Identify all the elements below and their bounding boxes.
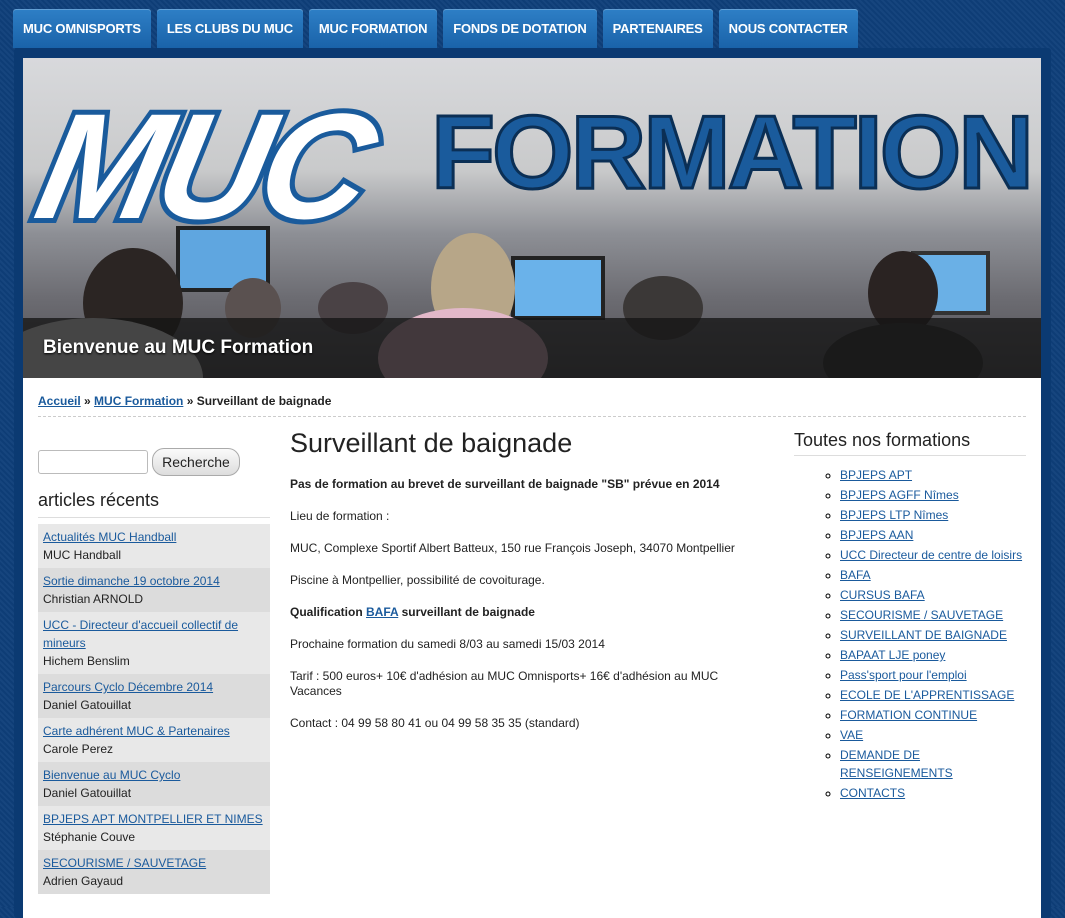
list-item: VAE [840, 726, 1030, 744]
formation-link[interactable]: VAE [840, 728, 863, 742]
page-title: Surveillant de baignade [290, 428, 573, 458]
location-label: Lieu de formation : [290, 509, 390, 523]
nav-tab-partenaires[interactable]: PARTENAIRES [602, 9, 713, 48]
page-body: MUC FORMATION Bienvenue au MUC Formation… [23, 58, 1041, 918]
list-item: Sortie dimanche 19 octobre 2014 Christian… [38, 568, 270, 612]
formations-heading: Toutes nos formations [794, 430, 1026, 456]
search-button[interactable]: Recherche [152, 448, 240, 476]
recent-articles-heading: articles récents [38, 490, 270, 518]
recent-article-author: Adrien Gayaud [43, 874, 124, 888]
list-item: DEMANDE DE RENSEIGNEMENTS [840, 746, 1030, 782]
formation-link[interactable]: Pass'sport pour l'emploi [840, 668, 967, 682]
list-item: Pass'sport pour l'emploi [840, 666, 1030, 684]
nav-tab-les-clubs[interactable]: LES CLUBS DU MUC [156, 9, 303, 48]
nav-tab-muc-formation[interactable]: MUC FORMATION [308, 9, 438, 48]
list-item: Bienvenue au MUC Cyclo Daniel Gatouillat [38, 762, 270, 806]
nav-tab-fonds-dotation[interactable]: FONDS DE DOTATION [443, 9, 597, 48]
recent-article-author: MUC Handball [43, 548, 122, 562]
formation-link[interactable]: CONTACTS [840, 786, 905, 800]
formation-link[interactable]: BAFA [840, 568, 871, 582]
recent-article-link[interactable]: Sortie dimanche 19 octobre 2014 [43, 572, 265, 590]
qualification-paragraph: Qualification BAFA surveillant de baigna… [290, 605, 760, 620]
formation-link[interactable]: BPJEPS AAN [840, 528, 913, 542]
qualification-prefix: Qualification [290, 605, 367, 619]
breadcrumb: Accueil » MUC Formation » Surveillant de… [38, 394, 1026, 417]
search-input[interactable] [38, 450, 148, 474]
formation-link[interactable]: FORMATION CONTINUE [840, 708, 977, 722]
list-item: FORMATION CONTINUE [840, 706, 1030, 724]
formation-link[interactable]: DEMANDE DE RENSEIGNEMENTS [840, 748, 953, 780]
svg-text:FORMATION: FORMATION [431, 95, 1031, 211]
recent-article-link[interactable]: SECOURISME / SAUVETAGE [43, 854, 265, 872]
recent-articles-list: Actualités MUC Handball MUC Handball Sort… [38, 524, 270, 894]
pool-paragraph: Piscine à Montpellier, possibilité de co… [290, 573, 545, 587]
bafa-link[interactable]: BAFA [366, 605, 398, 619]
list-item: ECOLE DE L'APPRENTISSAGE [840, 686, 1030, 704]
svg-text:MUC: MUC [24, 84, 392, 251]
top-nav: MUC OMNISPORTS LES CLUBS DU MUC MUC FORM… [13, 9, 858, 49]
recent-article-link[interactable]: UCC - Directeur d'accueil collectif de m… [43, 616, 265, 652]
recent-article-link[interactable]: Actualités MUC Handball [43, 528, 265, 546]
recent-article-author: Daniel Gatouillat [43, 698, 132, 712]
formation-link[interactable]: BPJEPS LTP Nîmes [840, 508, 948, 522]
list-item: UCC - Directeur d'accueil collectif de m… [38, 612, 270, 674]
price-paragraph: Tarif : 500 euros+ 10€ d'adhésion au MUC… [290, 669, 719, 698]
muc-formation-logo: MUC FORMATION [23, 79, 1036, 256]
breadcrumb-section-link[interactable]: MUC Formation [94, 394, 183, 408]
list-item: BPJEPS AAN [840, 526, 1030, 544]
breadcrumb-separator: » [183, 394, 197, 408]
formation-link[interactable]: SURVEILLANT DE BAIGNADE [840, 628, 1007, 642]
formation-link[interactable]: CURSUS BAFA [840, 588, 925, 602]
formations-list: BPJEPS APT BPJEPS AGFF Nîmes BPJEPS LTP … [823, 466, 1030, 804]
breadcrumb-current: Surveillant de baignade [196, 394, 332, 408]
list-item: BPJEPS AGFF Nîmes [840, 486, 1030, 504]
header-banner: MUC FORMATION Bienvenue au MUC Formation [23, 58, 1041, 378]
list-item: SECOURISME / SAUVETAGE [840, 606, 1030, 624]
list-item: BAPAAT LJE poney [840, 646, 1030, 664]
recent-article-author: Stéphanie Couve [43, 830, 136, 844]
list-item: Carte adhérent MUC & Partenaires Carole P… [38, 718, 270, 762]
list-item: Parcours Cyclo Décembre 2014 Daniel Gatou… [38, 674, 270, 718]
list-item: BPJEPS LTP Nîmes [840, 506, 1030, 524]
breadcrumb-home-link[interactable]: Accueil [38, 394, 81, 408]
list-item: CONTACTS [840, 784, 1030, 802]
list-item: BPJEPS APT [840, 466, 1030, 484]
contact-paragraph: Contact : 04 99 58 80 41 ou 04 99 58 35 … [290, 716, 580, 730]
nav-tab-muc-omnisports[interactable]: MUC OMNISPORTS [13, 9, 151, 48]
list-item: CURSUS BAFA [840, 586, 1030, 604]
address-paragraph: MUC, Complexe Sportif Albert Batteux, 15… [290, 541, 735, 555]
list-item: BPJEPS APT MONTPELLIER ET NIMES Stéphanie… [38, 806, 270, 850]
list-item: Actualités MUC Handball MUC Handball [38, 524, 270, 568]
recent-article-author: Hichem Benslim [43, 654, 130, 668]
list-item: UCC Directeur de centre de loisirs [840, 546, 1030, 564]
next-session-paragraph: Prochaine formation du samedi 8/03 au sa… [290, 637, 605, 651]
list-item: SURVEILLANT DE BAIGNADE [840, 626, 1030, 644]
recent-article-link[interactable]: BPJEPS APT MONTPELLIER ET NIMES [43, 810, 265, 828]
welcome-heading: Bienvenue au MUC Formation [43, 337, 314, 358]
qualification-suffix: surveillant de baignade [398, 605, 535, 619]
formation-link[interactable]: BPJEPS APT [840, 468, 912, 482]
main-content: Surveillant de baignade Pas de formation… [290, 428, 760, 748]
welcome-bar: Bienvenue au MUC Formation [23, 318, 1041, 378]
breadcrumb-separator: » [80, 394, 95, 408]
recent-article-link[interactable]: Bienvenue au MUC Cyclo [43, 766, 265, 784]
list-item: SECOURISME / SAUVETAGE Adrien Gayaud [38, 850, 270, 894]
recent-article-author: Carole Perez [43, 742, 114, 756]
formation-link[interactable]: UCC Directeur de centre de loisirs [840, 548, 1022, 562]
list-item: BAFA [840, 566, 1030, 584]
recent-article-link[interactable]: Carte adhérent MUC & Partenaires [43, 722, 265, 740]
formation-link[interactable]: ECOLE DE L'APPRENTISSAGE [840, 688, 1014, 702]
recent-article-author: Christian ARNOLD [43, 592, 144, 606]
recent-article-author: Daniel Gatouillat [43, 786, 132, 800]
recent-article-link[interactable]: Parcours Cyclo Décembre 2014 [43, 678, 265, 696]
formation-link[interactable]: BPJEPS AGFF Nîmes [840, 488, 959, 502]
formation-link[interactable]: BAPAAT LJE poney [840, 648, 945, 662]
formation-link[interactable]: SECOURISME / SAUVETAGE [840, 608, 1003, 622]
notice-paragraph: Pas de formation au brevet de surveillan… [290, 477, 760, 492]
nav-tab-nous-contacter[interactable]: NOUS CONTACTER [718, 9, 858, 48]
notice-text: Pas de formation au brevet de surveillan… [290, 477, 720, 491]
